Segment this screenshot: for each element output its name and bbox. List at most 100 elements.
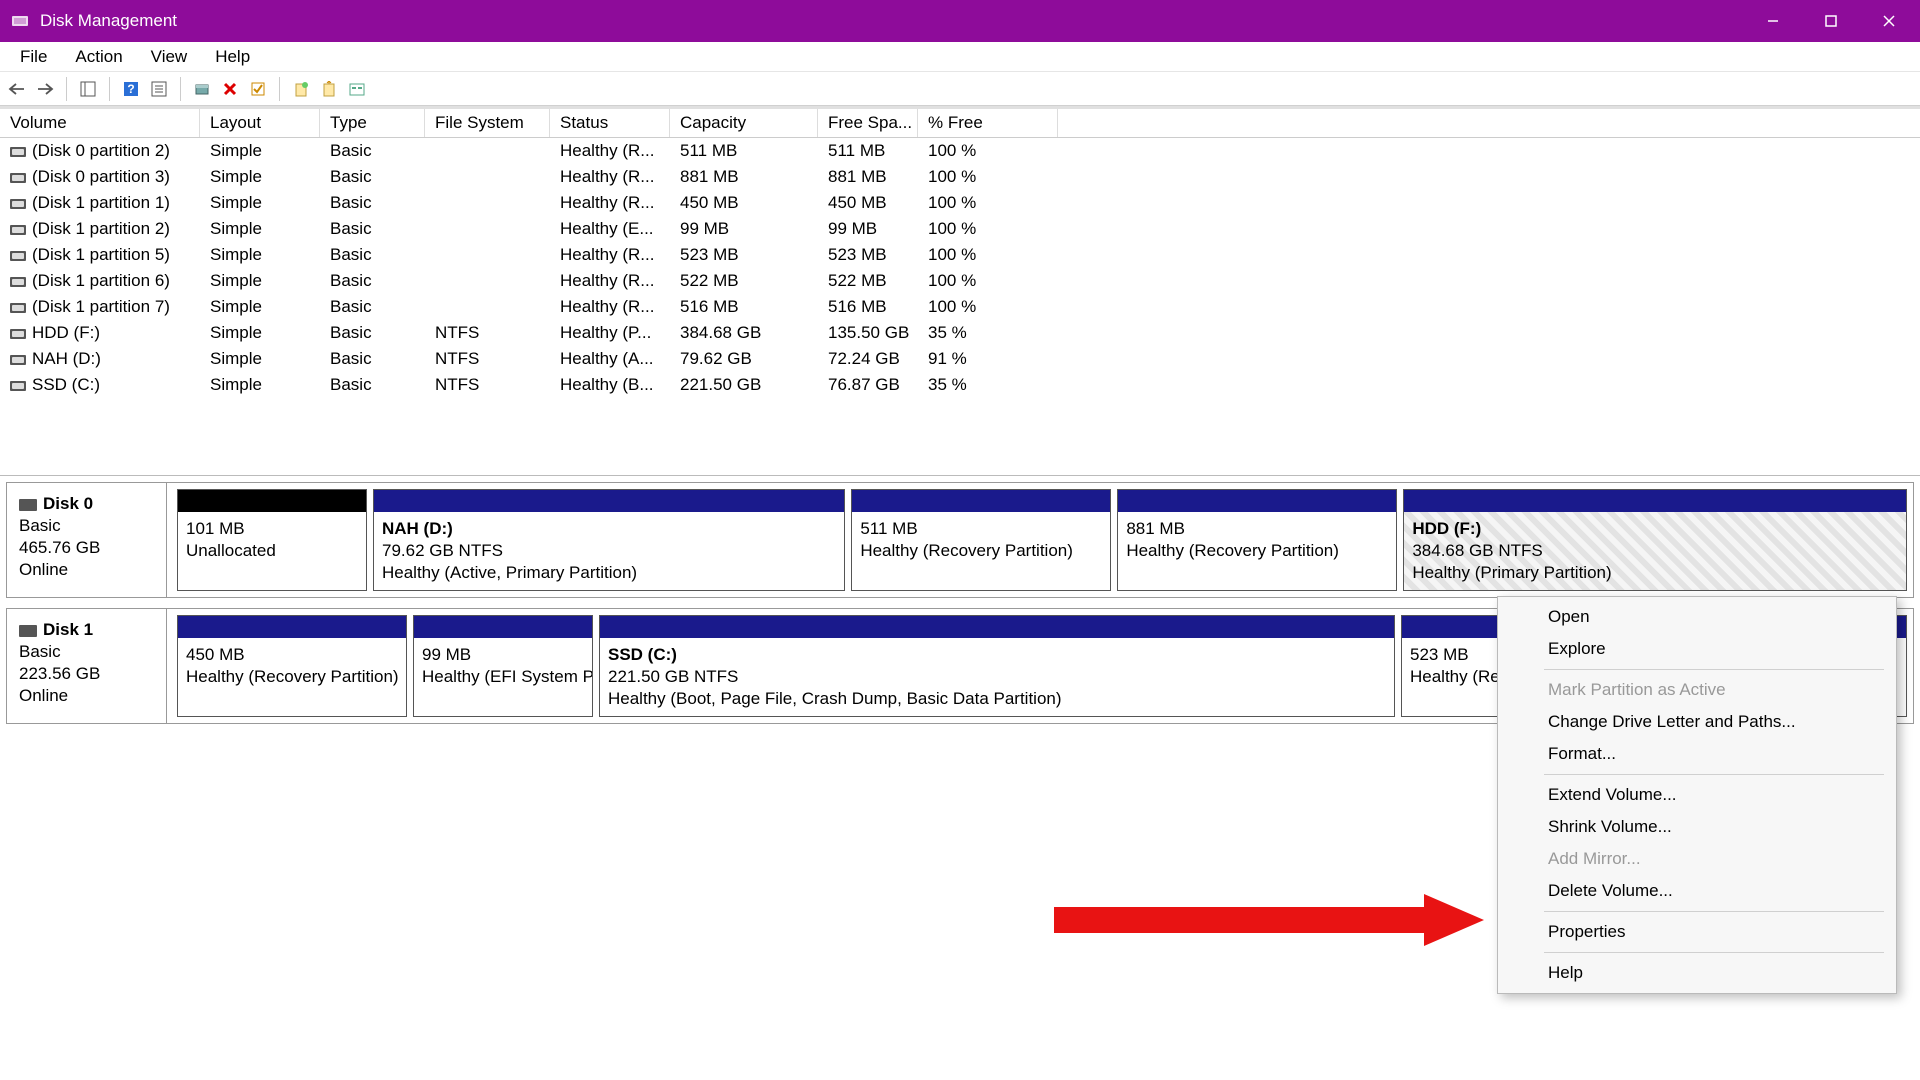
delete-icon[interactable]: [219, 78, 241, 100]
menu-view[interactable]: View: [137, 43, 202, 71]
properties-icon[interactable]: [148, 78, 170, 100]
help-icon[interactable]: ?: [120, 78, 142, 100]
forward-button[interactable]: [34, 78, 56, 100]
partition-title: NAH (D:): [382, 519, 453, 538]
cell-pct: 100 %: [918, 270, 1058, 292]
cell-free: 516 MB: [818, 296, 918, 318]
menu-help[interactable]: Help: [201, 43, 264, 71]
context-menu: OpenExploreMark Partition as ActiveChang…: [1497, 596, 1897, 994]
table-row[interactable]: NAH (D:) Simple Basic NTFS Healthy (A...…: [0, 346, 1920, 372]
table-row[interactable]: (Disk 1 partition 1) Simple Basic Health…: [0, 190, 1920, 216]
cell-free: 881 MB: [818, 166, 918, 188]
table-row[interactable]: (Disk 1 partition 6) Simple Basic Health…: [0, 268, 1920, 294]
cell-fs: NTFS: [425, 374, 550, 396]
partition-body: NAH (D:)79.62 GB NTFS Healthy (Active, P…: [374, 512, 844, 590]
volume-name: (Disk 1 partition 2): [32, 219, 170, 238]
cell-pct: 91 %: [918, 348, 1058, 370]
cell-capacity: 99 MB: [670, 218, 818, 240]
partition-size: 511 MB: [860, 518, 1102, 540]
menu-action[interactable]: Action: [61, 43, 136, 71]
partition-body: 99 MB Healthy (EFI System Partition): [414, 638, 592, 716]
maximize-button[interactable]: [1802, 0, 1860, 42]
partition-body: 101 MB Unallocated: [178, 512, 366, 590]
check-icon[interactable]: [247, 78, 269, 100]
cell-pct: 100 %: [918, 244, 1058, 266]
back-button[interactable]: [6, 78, 28, 100]
disk-name: Disk 0: [43, 494, 93, 513]
context-menu-item-shrink-volume[interactable]: Shrink Volume...: [1498, 811, 1896, 843]
menu-file[interactable]: File: [6, 43, 61, 71]
minimize-button[interactable]: [1744, 0, 1802, 42]
cell-fs: [425, 150, 550, 152]
partition-block[interactable]: 101 MB Unallocated: [177, 489, 367, 591]
toolbar-separator: [109, 77, 110, 101]
cell-capacity: 523 MB: [670, 244, 818, 266]
context-menu-item-extend-volume[interactable]: Extend Volume...: [1498, 779, 1896, 811]
disk-info[interactable]: Disk 0 Basic 465.76 GB Online: [7, 483, 167, 597]
context-menu-item-format[interactable]: Format...: [1498, 738, 1896, 770]
cell-layout: Simple: [200, 296, 320, 318]
table-row[interactable]: (Disk 1 partition 2) Simple Basic Health…: [0, 216, 1920, 242]
context-menu-item-open[interactable]: Open: [1498, 601, 1896, 633]
partition-block[interactable]: SSD (C:)221.50 GB NTFS Healthy (Boot, Pa…: [599, 615, 1395, 717]
close-button[interactable]: [1860, 0, 1918, 42]
cell-free: 450 MB: [818, 192, 918, 214]
partition-title: SSD (C:): [608, 645, 677, 664]
volume-icon: [10, 173, 26, 183]
table-row[interactable]: SSD (C:) Simple Basic NTFS Healthy (B...…: [0, 372, 1920, 398]
action-icon[interactable]: [346, 78, 368, 100]
partition-size: 79.62 GB NTFS: [382, 540, 836, 562]
volume-icon: [10, 225, 26, 235]
volume-list[interactable]: Volume Layout Type File System Status Ca…: [0, 106, 1920, 476]
col-filesystem[interactable]: File System: [425, 109, 550, 137]
partition-block[interactable]: 450 MB Healthy (Recovery Partition): [177, 615, 407, 717]
col-volume[interactable]: Volume: [0, 109, 200, 137]
col-layout[interactable]: Layout: [200, 109, 320, 137]
partition-block[interactable]: 511 MB Healthy (Recovery Partition): [851, 489, 1111, 591]
show-hide-console-tree-icon[interactable]: [77, 78, 99, 100]
col-type[interactable]: Type: [320, 109, 425, 137]
partition-block[interactable]: NAH (D:)79.62 GB NTFS Healthy (Active, P…: [373, 489, 845, 591]
table-row[interactable]: HDD (F:) Simple Basic NTFS Healthy (P...…: [0, 320, 1920, 346]
new-icon[interactable]: [290, 78, 312, 100]
cell-capacity: 511 MB: [670, 140, 818, 162]
context-menu-item-help[interactable]: Help: [1498, 957, 1896, 989]
col-status[interactable]: Status: [550, 109, 670, 137]
open-icon[interactable]: [318, 78, 340, 100]
context-menu-separator: [1544, 911, 1884, 912]
cell-layout: Simple: [200, 270, 320, 292]
table-row[interactable]: (Disk 0 partition 2) Simple Basic Health…: [0, 138, 1920, 164]
refresh-icon[interactable]: [191, 78, 213, 100]
partition-size: 881 MB: [1126, 518, 1388, 540]
cell-capacity: 221.50 GB: [670, 374, 818, 396]
table-row[interactable]: (Disk 1 partition 7) Simple Basic Health…: [0, 294, 1920, 320]
context-menu-item-properties[interactable]: Properties: [1498, 916, 1896, 948]
cell-pct: 100 %: [918, 140, 1058, 162]
partition-body: 450 MB Healthy (Recovery Partition): [178, 638, 406, 716]
window-title: Disk Management: [40, 11, 1744, 31]
context-menu-item-change-drive-letter-and-paths[interactable]: Change Drive Letter and Paths...: [1498, 706, 1896, 738]
partition-body: SSD (C:)221.50 GB NTFS Healthy (Boot, Pa…: [600, 638, 1394, 716]
partition-block[interactable]: 99 MB Healthy (EFI System Partition): [413, 615, 593, 717]
context-menu-item-explore[interactable]: Explore: [1498, 633, 1896, 665]
context-menu-item-delete-volume[interactable]: Delete Volume...: [1498, 875, 1896, 907]
col-pctfree[interactable]: % Free: [918, 109, 1058, 137]
partition-status: Healthy (Boot, Page File, Crash Dump, Ba…: [608, 688, 1386, 710]
cell-status: Healthy (P...: [550, 322, 670, 344]
cell-status: Healthy (R...: [550, 270, 670, 292]
cell-type: Basic: [320, 166, 425, 188]
cell-status: Healthy (E...: [550, 218, 670, 240]
table-row[interactable]: (Disk 0 partition 3) Simple Basic Health…: [0, 164, 1920, 190]
disk-info[interactable]: Disk 1 Basic 223.56 GB Online: [7, 609, 167, 723]
col-capacity[interactable]: Capacity: [670, 109, 818, 137]
partition-block[interactable]: HDD (F:)384.68 GB NTFS Healthy (Primary …: [1403, 489, 1907, 591]
partition-header-bar: [600, 616, 1394, 638]
table-row[interactable]: (Disk 1 partition 5) Simple Basic Health…: [0, 242, 1920, 268]
cell-layout: Simple: [200, 348, 320, 370]
cell-type: Basic: [320, 192, 425, 214]
partition-size: 99 MB: [422, 644, 584, 666]
col-freespace[interactable]: Free Spa...: [818, 109, 918, 137]
cell-free: 135.50 GB: [818, 322, 918, 344]
cell-fs: [425, 280, 550, 282]
partition-block[interactable]: 881 MB Healthy (Recovery Partition): [1117, 489, 1397, 591]
